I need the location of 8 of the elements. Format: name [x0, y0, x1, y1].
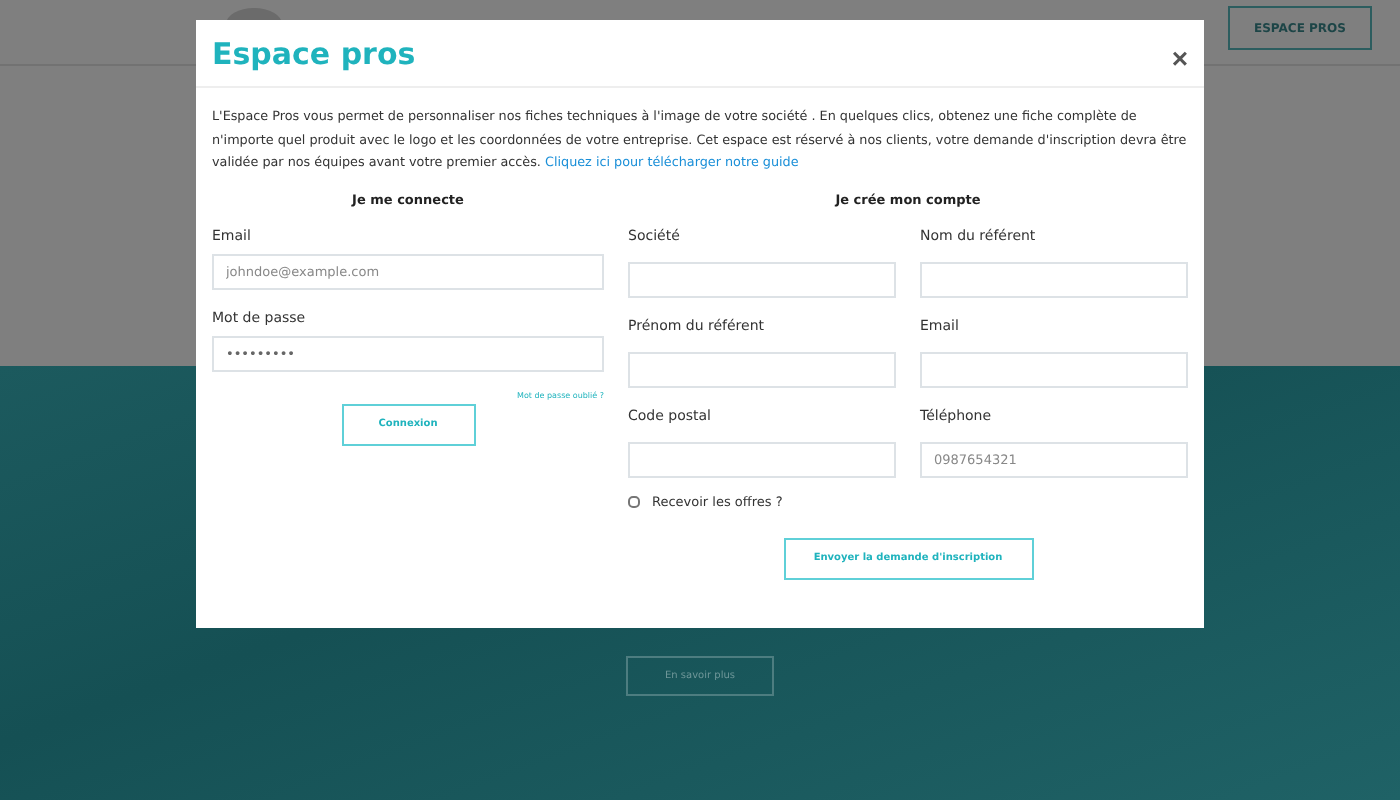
input-field[interactable] [920, 351, 1188, 387]
input-field[interactable] [628, 441, 896, 477]
input-field[interactable] [628, 351, 896, 387]
close-button[interactable]: × [1171, 41, 1188, 73]
modal-title: Espace pros [212, 35, 416, 71]
offers-checkbox[interactable] [628, 495, 640, 507]
input-field[interactable] [628, 261, 896, 297]
input-field[interactable] [920, 261, 1188, 297]
